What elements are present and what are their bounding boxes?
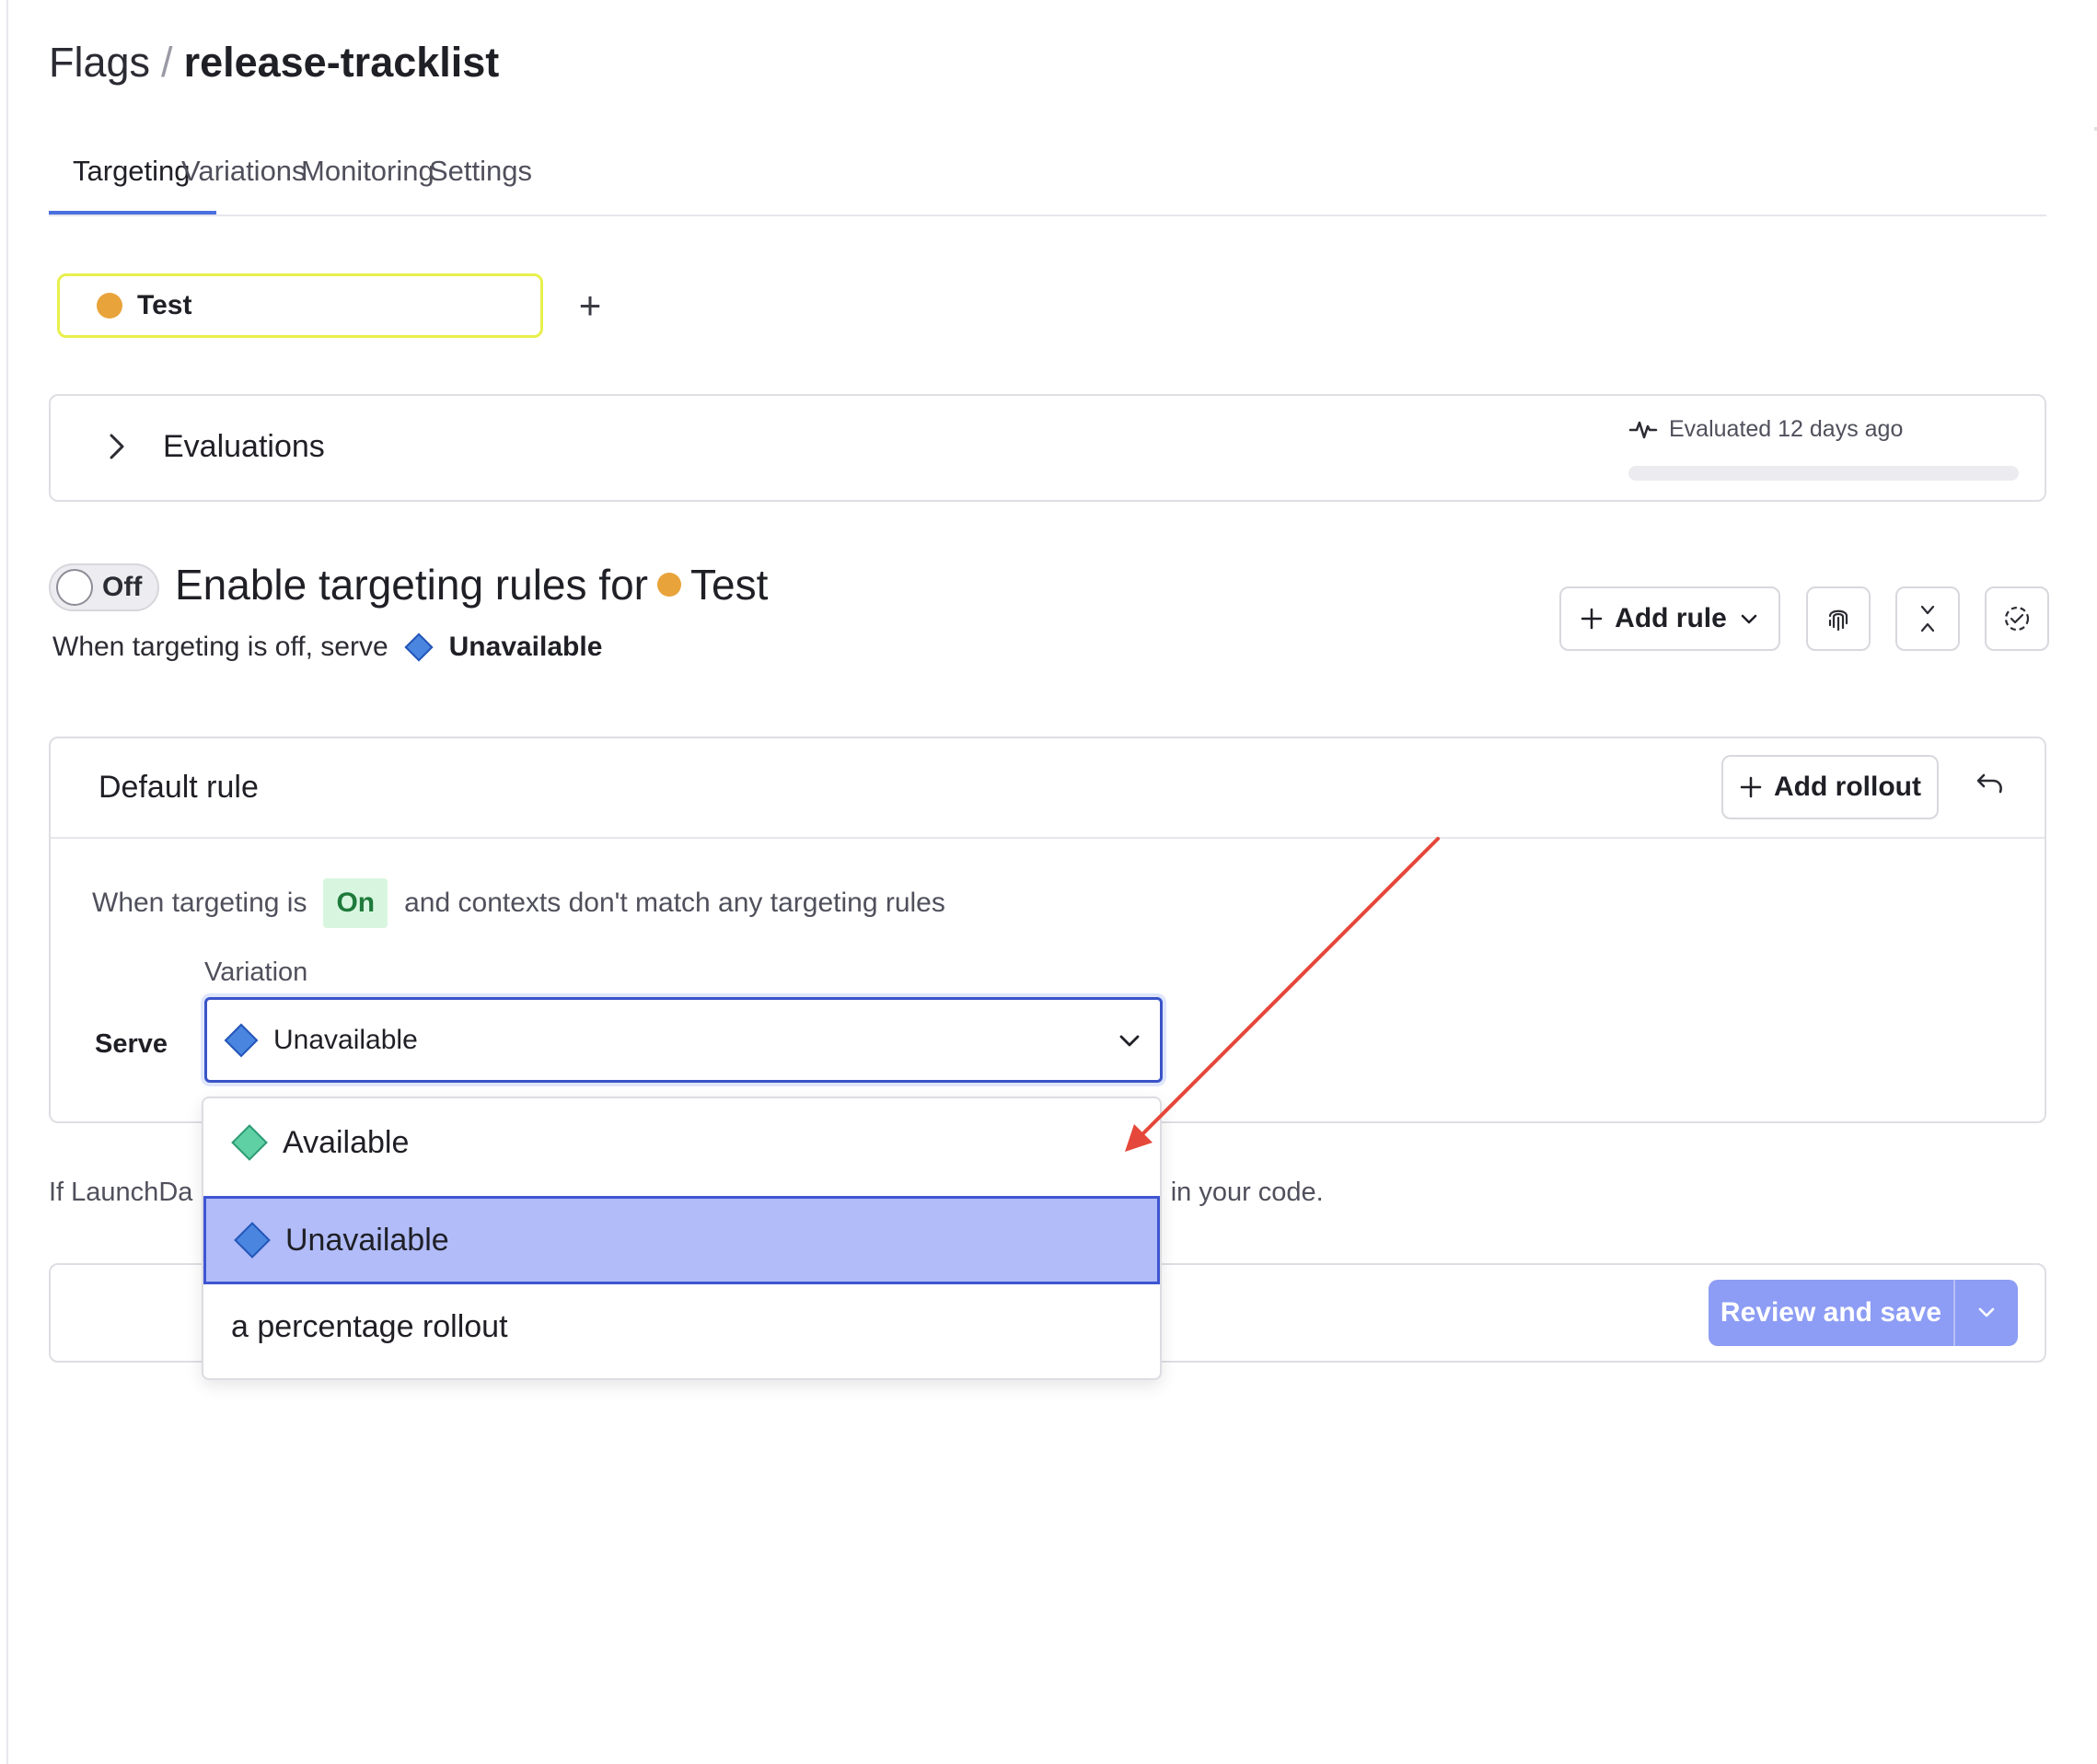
targeting-heading: Enable targeting rules for Test [175,560,768,609]
add-rule-label: Add rule [1615,603,1727,633]
collapse-all-icon[interactable] [1895,586,1960,651]
plus-icon[interactable]: + [567,281,613,331]
add-rollout-label: Add rollout [1774,772,1921,802]
dropdown-option-label: a percentage rollout [231,1308,508,1344]
targeting-toggle[interactable]: Off [49,563,159,611]
dropdown-option-percentage-rollout[interactable]: a percentage rollout [203,1282,1160,1371]
chevron-down-icon [1978,1307,1995,1317]
green-diamond-icon [231,1124,268,1161]
targeting-heading-env: Test [689,561,769,609]
evaluations-timestamp: Evaluated 12 days ago [1669,416,1904,442]
page-root: Flags / release-tracklist Targeting Vari… [0,0,2097,1764]
toggle-knob [56,569,93,606]
chevron-right-icon[interactable] [98,428,135,465]
pulse-icon [1628,421,1658,438]
environment-chip[interactable]: Test [57,273,543,338]
environment-status-dot [656,573,681,597]
default-rule-description: When targeting is On and contexts don't … [92,878,945,928]
default-rule-header: Default rule Add rollout [51,738,2045,839]
tab-bar: Targeting Variations Monitoring Settings [49,138,2046,216]
default-rule-when-suffix: and contexts don't match any targeting r… [404,888,945,918]
tab-variations[interactable]: Variations [181,155,307,188]
dropdown-option-available[interactable]: Available [203,1098,1160,1187]
fallback-text-end: d in your code. [1148,1178,1324,1207]
chevron-down-icon [1119,1035,1140,1047]
targeting-heading-text: Enable targeting rules for [175,561,648,609]
tab-settings[interactable]: Settings [429,155,532,188]
breadcrumb-flags-link[interactable]: Flags [49,39,150,87]
toggle-state-label: Off [102,572,143,602]
tab-targeting[interactable]: Targeting [73,155,191,188]
chevron-down-icon [1741,614,1757,624]
off-serve-prefix: When targeting is off, serve [52,632,388,662]
plus-icon [1740,776,1762,798]
blue-diamond-icon [404,632,434,662]
variation-label: Variation [204,957,308,987]
review-and-save-button[interactable]: Review and save [1709,1280,1953,1346]
default-rule-title: Default rule [98,770,259,805]
default-rule-when-prefix: When targeting is [92,888,307,918]
status-badge: On [323,878,388,928]
evaluations-panel[interactable]: Evaluations Evaluated 12 days ago [49,394,2046,502]
active-tab-indicator [49,211,216,215]
evaluations-title: Evaluations [163,429,325,464]
off-serve-value: Unavailable [448,632,603,662]
tab-monitoring[interactable]: Monitoring [301,155,434,188]
left-border [6,0,8,1764]
blue-diamond-icon [234,1222,271,1259]
save-options-button[interactable] [1955,1280,2018,1346]
review-and-save-split-button: Review and save [1709,1280,2018,1346]
evaluations-meta: Evaluated 12 days ago [1628,416,1903,443]
environment-status-dot [97,293,122,319]
serve-variation-select[interactable]: Unavailable [204,997,1163,1083]
dropdown-option-label: Available [283,1124,410,1160]
plus-icon [1581,608,1603,630]
blue-diamond-icon [224,1023,259,1057]
off-serve-line: When targeting is off, serve Unavailable [52,632,602,663]
add-rollout-button[interactable]: Add rollout [1721,755,1939,819]
serve-label: Serve [95,1029,168,1059]
page-title: release-tracklist [183,39,500,86]
environment-label: Test [137,290,192,320]
default-rule-panel: Default rule Add rollout When targeting … [49,737,2046,1123]
evaluations-sparkline-placeholder [1628,466,2019,481]
add-rule-button[interactable]: Add rule [1559,586,1780,651]
dropdown-option-label: Unavailable [285,1222,449,1258]
dropdown-option-unavailable[interactable]: Unavailable [203,1196,1160,1284]
fingerprint-icon[interactable] [1806,586,1871,651]
fallback-text-start: If LaunchDa [49,1178,193,1207]
serve-selected-value: Unavailable [273,1024,418,1055]
breadcrumb-separator: / [161,39,173,86]
undo-icon[interactable] [1967,766,2010,808]
breadcrumb: Flags / release-tracklist [49,39,499,87]
check-circle-dashed-icon[interactable] [1985,586,2049,651]
variation-dropdown-menu: Available Unavailable a percentage rollo… [202,1097,1162,1380]
